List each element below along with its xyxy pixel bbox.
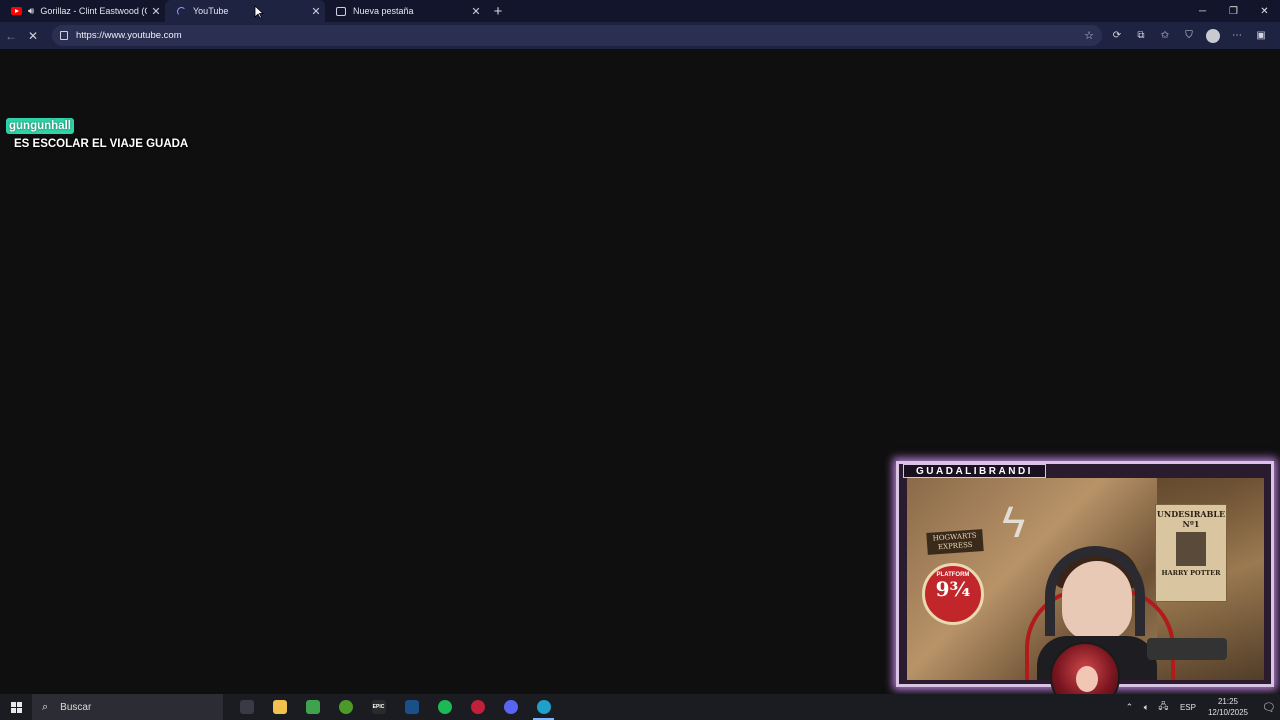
browser-essentials-icon[interactable]: ⛉ — [1177, 30, 1201, 41]
lock-icon[interactable] — [60, 31, 68, 40]
xbox-gamebar-icon — [305, 700, 320, 714]
favorite-star-icon[interactable]: ☆ — [1084, 29, 1094, 42]
mouse-cursor-icon — [254, 5, 264, 19]
edge-button[interactable] — [527, 694, 560, 720]
file-explorer-icon — [272, 700, 287, 714]
epic-games-icon: EPIC — [371, 700, 386, 714]
profile-avatar-icon[interactable] — [1206, 28, 1220, 43]
tab-nueva-pestana[interactable]: Nueva pestaña ✕ — [325, 0, 485, 22]
xbox-button[interactable] — [329, 694, 362, 720]
taskbar-app-blank — [239, 700, 254, 714]
taskbar-apps: EPIC — [230, 694, 560, 720]
tab-youtube[interactable]: YouTube ✕ — [165, 0, 325, 22]
clock-time: 21:25 — [1217, 697, 1238, 706]
taskbar-search[interactable]: ⌕ Buscar — [32, 694, 223, 720]
network-icon[interactable]: 🖧︎ — [1155, 699, 1172, 715]
xbox-icon — [338, 700, 353, 714]
obs-button[interactable] — [461, 694, 494, 720]
search-icon: ⌕ — [42, 700, 49, 713]
epic-games-button[interactable]: EPIC — [362, 694, 395, 720]
browser-titlebar: 🔊︎ Gorillaz - Clint Eastwood (Of ✕ YouTu… — [0, 0, 1280, 22]
extensions-icon[interactable]: ⧉ — [1129, 30, 1153, 41]
stop-loading-icon[interactable]: ✕ — [22, 25, 44, 47]
tab-gorillaz[interactable]: 🔊︎ Gorillaz - Clint Eastwood (Of ✕ — [0, 0, 165, 22]
platform-sign: PLATFORM 9¾ — [922, 563, 984, 625]
spotify-icon — [437, 700, 452, 714]
tab-label: Nueva pestaña — [353, 6, 414, 16]
chevron-up-icon[interactable]: ⌃ — [1121, 702, 1138, 713]
close-tab-icon[interactable]: ✕ — [467, 5, 485, 18]
steam-button[interactable] — [395, 694, 428, 720]
edge-icon — [536, 700, 551, 714]
windows-logo-icon — [10, 701, 22, 713]
close-tab-icon[interactable]: ✕ — [147, 5, 165, 18]
url-text[interactable]: https://www.youtube.com — [76, 30, 1084, 41]
chat-username: gungunhall — [6, 118, 74, 134]
sidebar-toggle-icon[interactable]: ▣ — [1249, 30, 1273, 41]
system-tray: ⌃ 🔈︎ 🖧︎ ESP 21:25 12/10/2025 🗨︎ — [1121, 696, 1280, 718]
refresh-extension-icon[interactable]: ⟳ — [1105, 30, 1129, 41]
loading-spinner-icon — [175, 5, 187, 17]
channel-name: GUADALIBRANDI — [903, 464, 1046, 478]
microphone — [1147, 638, 1227, 660]
obs-icon — [470, 700, 485, 714]
new-tab-button[interactable]: + — [485, 0, 511, 22]
restore-icon[interactable]: ❐ — [1218, 0, 1249, 22]
chat-message: ES ESCOLAR EL VIAJE GUADA — [14, 138, 189, 150]
steam-icon — [404, 700, 419, 714]
wanted-poster: UNDESIRABLE Nº1 HARRY POTTER — [1155, 504, 1227, 602]
xbox-gamebar-button[interactable] — [296, 694, 329, 720]
address-bar[interactable]: https://www.youtube.com ☆ — [52, 25, 1102, 46]
volume-icon[interactable]: 🔈︎ — [1138, 702, 1155, 713]
windows-taskbar: ⌕ Buscar EPIC ⌃ 🔈︎ 🖧︎ ESP 21:25 12/10/20… — [0, 694, 1280, 720]
new-tab-icon — [335, 5, 347, 17]
headset — [1045, 546, 1145, 636]
notifications-icon[interactable]: 🗨︎ — [1258, 701, 1280, 714]
language-indicator[interactable]: ESP — [1180, 703, 1196, 712]
browser-toolbar: ← ✕ https://www.youtube.com ☆ ⟳ ⧉ ✩ ⛉ ⋯ … — [0, 22, 1280, 49]
favorites-icon[interactable]: ✩ — [1153, 30, 1177, 41]
chat-overlay: gungunhall ES ESCOLAR EL VIAJE GUADA — [6, 116, 188, 150]
youtube-icon — [10, 5, 22, 17]
discord-icon — [503, 700, 518, 714]
close-tab-icon[interactable]: ✕ — [307, 5, 325, 18]
clock-date: 12/10/2025 — [1207, 708, 1248, 717]
clock[interactable]: 21:25 12/10/2025 — [1208, 696, 1248, 718]
start-button[interactable] — [0, 694, 32, 720]
close-window-icon[interactable]: ✕ — [1249, 0, 1280, 22]
more-menu-icon[interactable]: ⋯ — [1225, 30, 1249, 41]
file-explorer-button[interactable] — [263, 694, 296, 720]
minimize-icon[interactable]: ─ — [1187, 0, 1218, 22]
back-arrow-icon[interactable]: ← — [0, 25, 22, 47]
spotify-button[interactable] — [428, 694, 461, 720]
hogwarts-express-sign: HOGWARTS EXPRESS — [926, 529, 984, 555]
lightning-bolt-icon: ϟ — [1002, 498, 1026, 547]
search-placeholder: Buscar — [60, 701, 92, 713]
speaker-icon[interactable]: 🔊︎ — [28, 6, 34, 17]
taskbar-app-blank[interactable] — [230, 694, 263, 720]
tab-label: Gorillaz - Clint Eastwood (Of — [40, 6, 147, 16]
tab-label: YouTube — [193, 6, 229, 16]
discord-button[interactable] — [494, 694, 527, 720]
